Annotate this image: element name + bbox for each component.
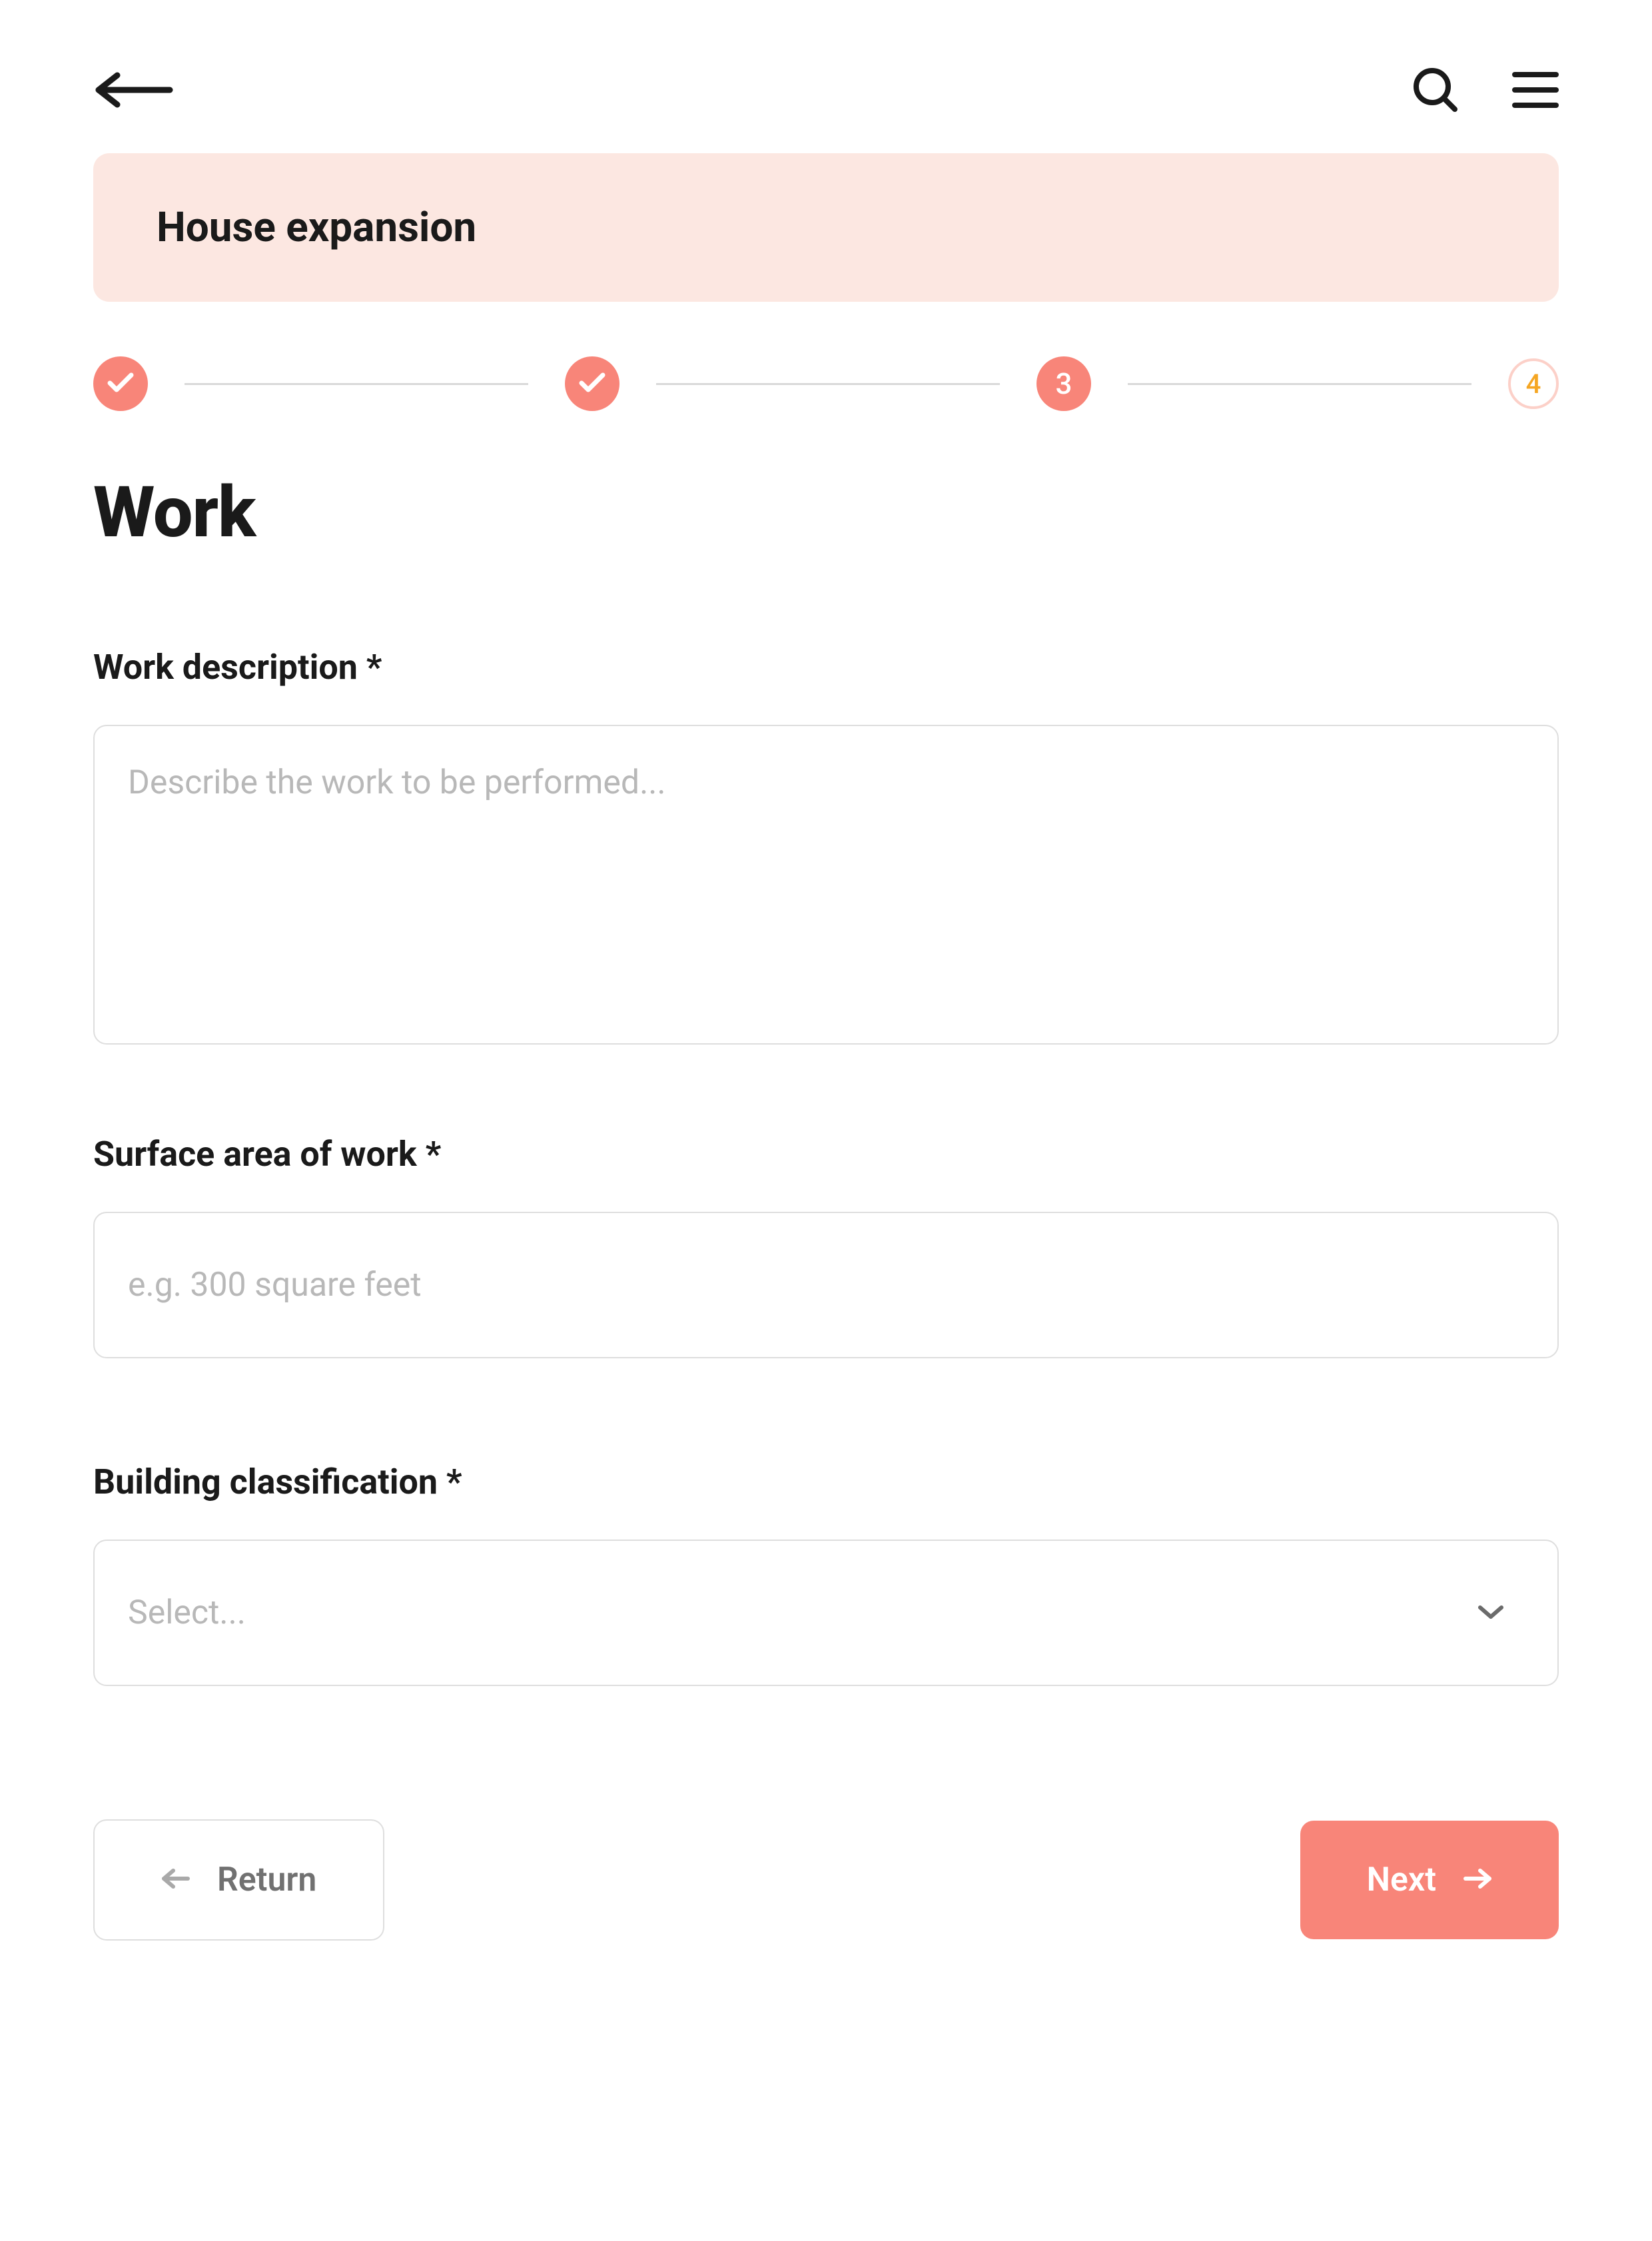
surface-area-input[interactable] xyxy=(93,1212,1559,1358)
work-description-input[interactable] xyxy=(93,725,1559,1045)
next-button[interactable]: Next xyxy=(1300,1821,1559,1939)
step-4[interactable]: 4 xyxy=(1508,358,1559,409)
page-title: Work xyxy=(93,471,1559,554)
building-classification-select[interactable]: Select... xyxy=(93,1540,1559,1686)
arrow-left-icon xyxy=(93,70,173,110)
surface-area-label: Surface area of work * xyxy=(93,1134,1559,1174)
search-button[interactable] xyxy=(1412,67,1459,113)
search-icon xyxy=(1412,67,1459,113)
banner-title: House expansion xyxy=(157,203,1495,252)
arrow-left-icon xyxy=(161,1861,191,1899)
select-placeholder: Select... xyxy=(128,1593,246,1632)
building-classification-label: Building classification * xyxy=(93,1462,1559,1502)
hamburger-icon xyxy=(1512,71,1559,109)
step-2[interactable] xyxy=(565,356,620,411)
step-3[interactable]: 3 xyxy=(1036,356,1091,411)
work-description-label: Work description * xyxy=(93,647,1559,687)
return-button-label: Return xyxy=(217,1861,316,1899)
step-number: 4 xyxy=(1526,368,1541,400)
step-line xyxy=(1128,383,1471,385)
check-icon xyxy=(107,371,134,396)
check-icon xyxy=(579,371,606,396)
return-button[interactable]: Return xyxy=(93,1819,384,1941)
step-line xyxy=(185,383,528,385)
menu-button[interactable] xyxy=(1512,71,1559,109)
step-1[interactable] xyxy=(93,356,148,411)
step-line xyxy=(656,383,1000,385)
stepper: 3 4 xyxy=(93,356,1559,411)
next-button-label: Next xyxy=(1367,1861,1436,1899)
arrow-right-icon xyxy=(1463,1861,1492,1899)
step-number: 3 xyxy=(1055,366,1072,401)
context-banner: House expansion xyxy=(93,153,1559,302)
back-button[interactable] xyxy=(93,70,173,110)
